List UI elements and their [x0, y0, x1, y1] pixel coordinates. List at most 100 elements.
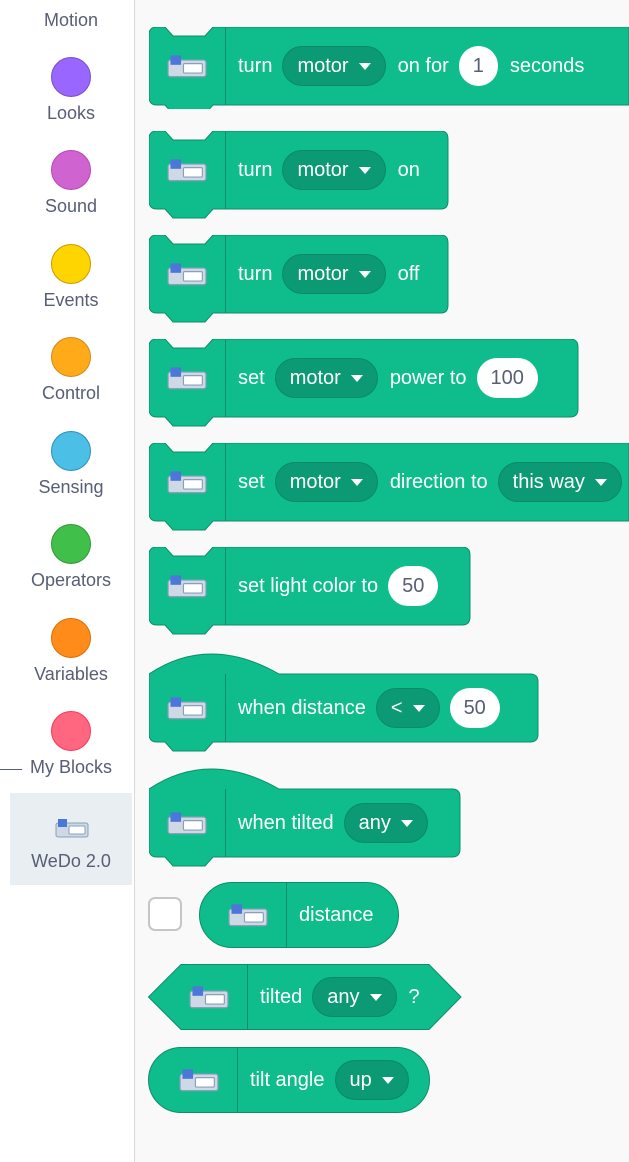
block-text-on-for: on for [397, 54, 449, 77]
block-set-motor-direction[interactable]: set motor direction to this way [149, 443, 629, 531]
motor-dropdown-value: motor [289, 366, 341, 389]
category-label-sound: Sound [44, 196, 98, 216]
block-text-when-tilted: when tilted [238, 811, 334, 834]
chevron-down-icon [594, 478, 607, 486]
block-set-light-color[interactable]: set light color to 50 [149, 547, 471, 635]
events-color-dot [51, 244, 91, 284]
block-text-set-light-color: set light color to [238, 574, 379, 597]
wedo-block-icon [149, 674, 226, 742]
category-label-operators: Operators [30, 570, 112, 590]
wedo-block-icon [148, 964, 248, 1030]
motor-dropdown[interactable]: motor [274, 358, 378, 398]
block-text-tilted: tilted [260, 985, 303, 1008]
seconds-input[interactable]: 1 [458, 46, 498, 86]
block-text-tilt-angle: tilt angle [250, 1068, 325, 1091]
distance-threshold-input[interactable]: 50 [449, 688, 500, 728]
chevron-down-icon [400, 819, 413, 827]
distance-monitor-checkbox[interactable] [148, 897, 182, 931]
block-turn-motor-on[interactable]: turn motor on [149, 131, 449, 219]
block-text-seconds: seconds [509, 54, 585, 77]
category-label-events: Events [43, 290, 99, 310]
category-sensing[interactable]: Sensing [10, 431, 132, 524]
wedo-block-icon [199, 882, 287, 948]
chevron-down-icon [350, 374, 363, 382]
category-looks[interactable]: Looks [10, 57, 132, 150]
block-text-distance: distance [299, 903, 374, 926]
block-tilt-angle-reporter[interactable]: tilt angle up [148, 1047, 430, 1113]
block-set-motor-power[interactable]: set motor power to 100 [149, 339, 579, 427]
block-text-power-to: power to [389, 366, 467, 389]
chevron-down-icon [350, 478, 363, 486]
tilt-direction-value: any [358, 811, 391, 834]
block-text-turn: turn [238, 262, 273, 285]
category-my-blocks[interactable]: My Blocks [10, 711, 132, 804]
operator-dropdown[interactable]: < [375, 688, 440, 728]
power-input[interactable]: 100 [476, 358, 538, 398]
wedo-block-icon [149, 443, 226, 521]
tilt-direction-dropdown[interactable]: any [312, 977, 397, 1017]
category-label-motion: Motion [43, 10, 99, 30]
category-label-wedo: WeDo 2.0 [31, 851, 111, 871]
category-control[interactable]: Control [10, 337, 132, 430]
block-text-turn: turn [238, 158, 273, 181]
category-operators[interactable]: Operators [10, 524, 132, 617]
block-text-set: set [238, 470, 265, 493]
motor-dropdown[interactable]: motor [282, 150, 386, 190]
wedo-block-icon [149, 27, 226, 105]
looks-color-dot [51, 57, 91, 97]
my-blocks-color-dot [51, 711, 91, 751]
category-variables[interactable]: Variables [10, 618, 132, 711]
motor-dropdown[interactable]: motor [282, 254, 386, 294]
block-tilted-boolean[interactable]: tilted any ? [148, 964, 462, 1030]
chevron-down-icon [358, 62, 371, 70]
wedo-block-icon [149, 339, 226, 417]
chevron-down-icon [412, 704, 425, 712]
control-color-dot [51, 337, 91, 377]
sound-color-dot [51, 150, 91, 190]
direction-dropdown[interactable]: this way [497, 462, 622, 502]
wedo-block-icon [148, 1047, 238, 1113]
block-palette: turn motor on for 1 seconds turn motor o… [135, 0, 629, 1162]
tilt-angle-direction-value: up [349, 1068, 372, 1091]
block-when-tilted[interactable]: when tilted any [149, 767, 461, 867]
sensing-color-dot [51, 431, 91, 471]
motor-dropdown-value: motor [289, 470, 341, 493]
block-text-when-distance: when distance [238, 696, 366, 719]
category-sidebar: Motion Looks Sound Events Control Sensin… [0, 0, 135, 1162]
wedo-hub-icon [55, 819, 89, 838]
block-turn-motor-off[interactable]: turn motor off [149, 235, 449, 323]
motor-dropdown-value: motor [297, 158, 349, 181]
block-turn-motor-on-for[interactable]: turn motor on for 1 seconds [149, 27, 629, 109]
light-color-input[interactable]: 50 [388, 566, 439, 606]
category-label-my-blocks: My Blocks [29, 757, 112, 777]
wedo-block-icon [149, 547, 226, 625]
chevron-down-icon [381, 1076, 394, 1084]
motor-dropdown[interactable]: motor [274, 462, 378, 502]
tilt-direction-value: any [327, 985, 360, 1008]
block-text-off: off [397, 262, 420, 285]
block-distance-reporter[interactable]: distance [199, 882, 399, 948]
operators-color-dot [51, 524, 91, 564]
block-when-distance[interactable]: when distance < 50 [149, 652, 539, 752]
motor-dropdown[interactable]: motor [282, 46, 386, 86]
category-label-variables: Variables [34, 664, 108, 684]
block-text-set: set [238, 366, 265, 389]
chevron-down-icon [358, 166, 371, 174]
category-label-control: Control [41, 383, 101, 403]
tilt-direction-dropdown[interactable]: any [343, 803, 428, 843]
block-text-on: on [397, 158, 420, 181]
chevron-down-icon [358, 270, 371, 278]
block-text-turn: turn [238, 54, 273, 77]
wedo-block-icon [149, 789, 226, 857]
wedo-block-icon [149, 235, 226, 313]
category-wedo[interactable]: WeDo 2.0 [10, 793, 132, 885]
tilt-angle-direction-dropdown[interactable]: up [334, 1060, 409, 1100]
wedo-block-icon [149, 131, 226, 209]
variables-color-dot [51, 618, 91, 658]
category-events[interactable]: Events [10, 244, 132, 337]
category-sound[interactable]: Sound [10, 150, 132, 243]
motor-dropdown-value: motor [297, 54, 349, 77]
category-label-sensing: Sensing [38, 477, 104, 497]
chevron-down-icon [369, 993, 382, 1001]
direction-dropdown-value: this way [512, 470, 585, 493]
